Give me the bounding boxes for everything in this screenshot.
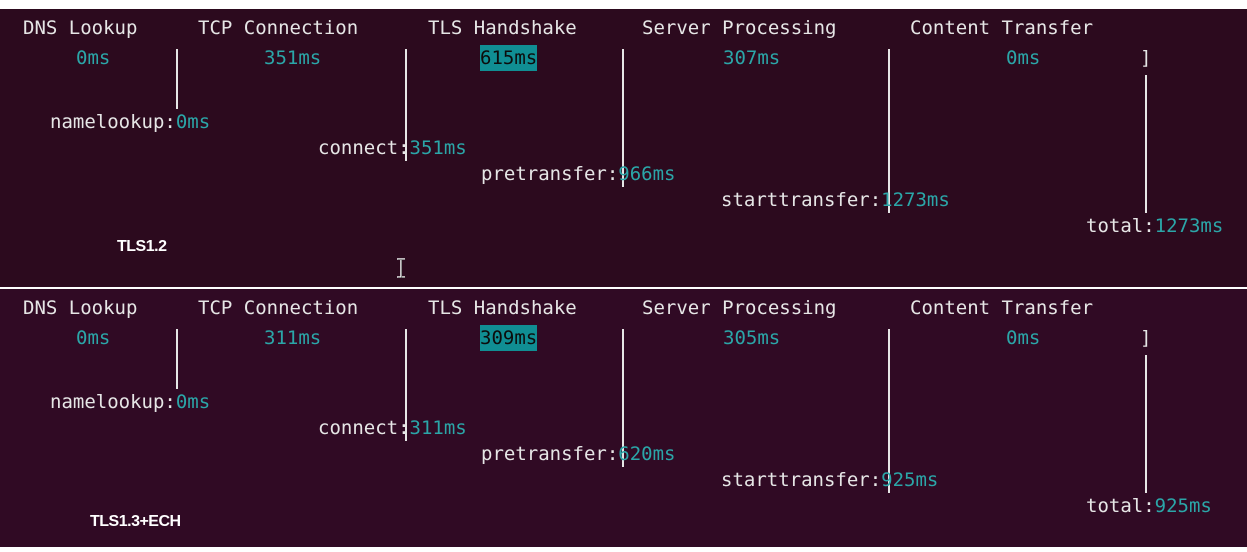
screenshot: DNS Lookup TCP Connection TLS Handshake … <box>0 0 1247 552</box>
duration-dns: 0ms <box>76 327 111 349</box>
timeline-divider <box>176 49 178 109</box>
starttransfer-label: starttransfer: <box>721 469 882 491</box>
total-row: total:925ms <box>1086 493 1212 519</box>
duration-dns: 0ms <box>76 47 111 69</box>
duration-tcp: 311ms <box>264 327 322 349</box>
starttransfer-row: starttransfer:1273ms <box>721 187 950 213</box>
total-value: 925ms <box>1154 495 1212 517</box>
header-server-processing: Server Processing <box>642 297 837 319</box>
terminal-pane-tls13-ech[interactable]: DNS Lookup TCP Connection TLS Handshake … <box>0 289 1247 547</box>
timeline-divider <box>1145 355 1147 493</box>
header-tls-handshake: TLS Handshake <box>428 17 577 39</box>
namelookup-row: namelookup:0ms <box>50 109 210 135</box>
timeline-divider <box>1145 75 1147 213</box>
caption-tls13-ech: TLS1.3+ECH <box>90 513 181 530</box>
closing-bracket: ] <box>1140 47 1152 69</box>
pretransfer-row: pretransfer:620ms <box>481 441 675 467</box>
namelookup-value: 0ms <box>175 391 211 413</box>
starttransfer-value: 1273ms <box>881 189 950 211</box>
header-content-transfer: Content Transfer <box>910 297 1094 319</box>
starttransfer-value: 925ms <box>881 469 939 491</box>
header-tcp-connection: TCP Connection <box>198 297 359 319</box>
connect-value: 311ms <box>409 417 467 439</box>
connect-value: 351ms <box>409 137 467 159</box>
total-label: total: <box>1086 215 1155 237</box>
connect-label: connect: <box>318 137 410 159</box>
connect-label: connect: <box>318 417 410 439</box>
namelookup-row: namelookup:0ms <box>50 389 210 415</box>
starttransfer-row: starttransfer:925ms <box>721 467 938 493</box>
total-row: total:1273ms <box>1086 213 1223 239</box>
starttransfer-label: starttransfer: <box>721 189 882 211</box>
total-label: total: <box>1086 495 1155 517</box>
duration-tls-highlighted: 309ms <box>480 325 538 351</box>
header-server-processing: Server Processing <box>642 17 837 39</box>
header-dns-lookup: DNS Lookup <box>23 17 138 39</box>
caption-tls12: TLS1.2 <box>117 238 167 255</box>
duration-server: 305ms <box>723 327 781 349</box>
header-tcp-connection: TCP Connection <box>198 17 359 39</box>
terminal-pane-tls12[interactable]: DNS Lookup TCP Connection TLS Handshake … <box>0 9 1247 287</box>
duration-tcp: 351ms <box>264 47 322 69</box>
namelookup-label: namelookup: <box>50 111 176 133</box>
header-content-transfer: Content Transfer <box>910 17 1094 39</box>
closing-bracket: ] <box>1140 327 1152 349</box>
total-value: 1273ms <box>1154 215 1224 237</box>
duration-server: 307ms <box>723 47 781 69</box>
connect-row: connect:351ms <box>318 135 467 161</box>
duration-transfer: 0ms <box>1006 47 1041 69</box>
namelookup-value: 0ms <box>175 111 211 133</box>
pretransfer-value: 620ms <box>618 443 676 465</box>
header-dns-lookup: DNS Lookup <box>23 297 138 319</box>
connect-row: connect:311ms <box>318 415 467 441</box>
duration-transfer: 0ms <box>1006 327 1041 349</box>
pretransfer-label: pretransfer: <box>481 443 619 465</box>
header-tls-handshake: TLS Handshake <box>428 297 577 319</box>
timeline-divider <box>176 329 178 389</box>
text-cursor-icon <box>397 258 406 278</box>
pretransfer-row: pretransfer:966ms <box>481 161 675 187</box>
namelookup-label: namelookup: <box>50 391 176 413</box>
duration-tls-highlighted: 615ms <box>480 45 538 71</box>
pretransfer-value: 966ms <box>618 163 676 185</box>
pretransfer-label: pretransfer: <box>481 163 619 185</box>
